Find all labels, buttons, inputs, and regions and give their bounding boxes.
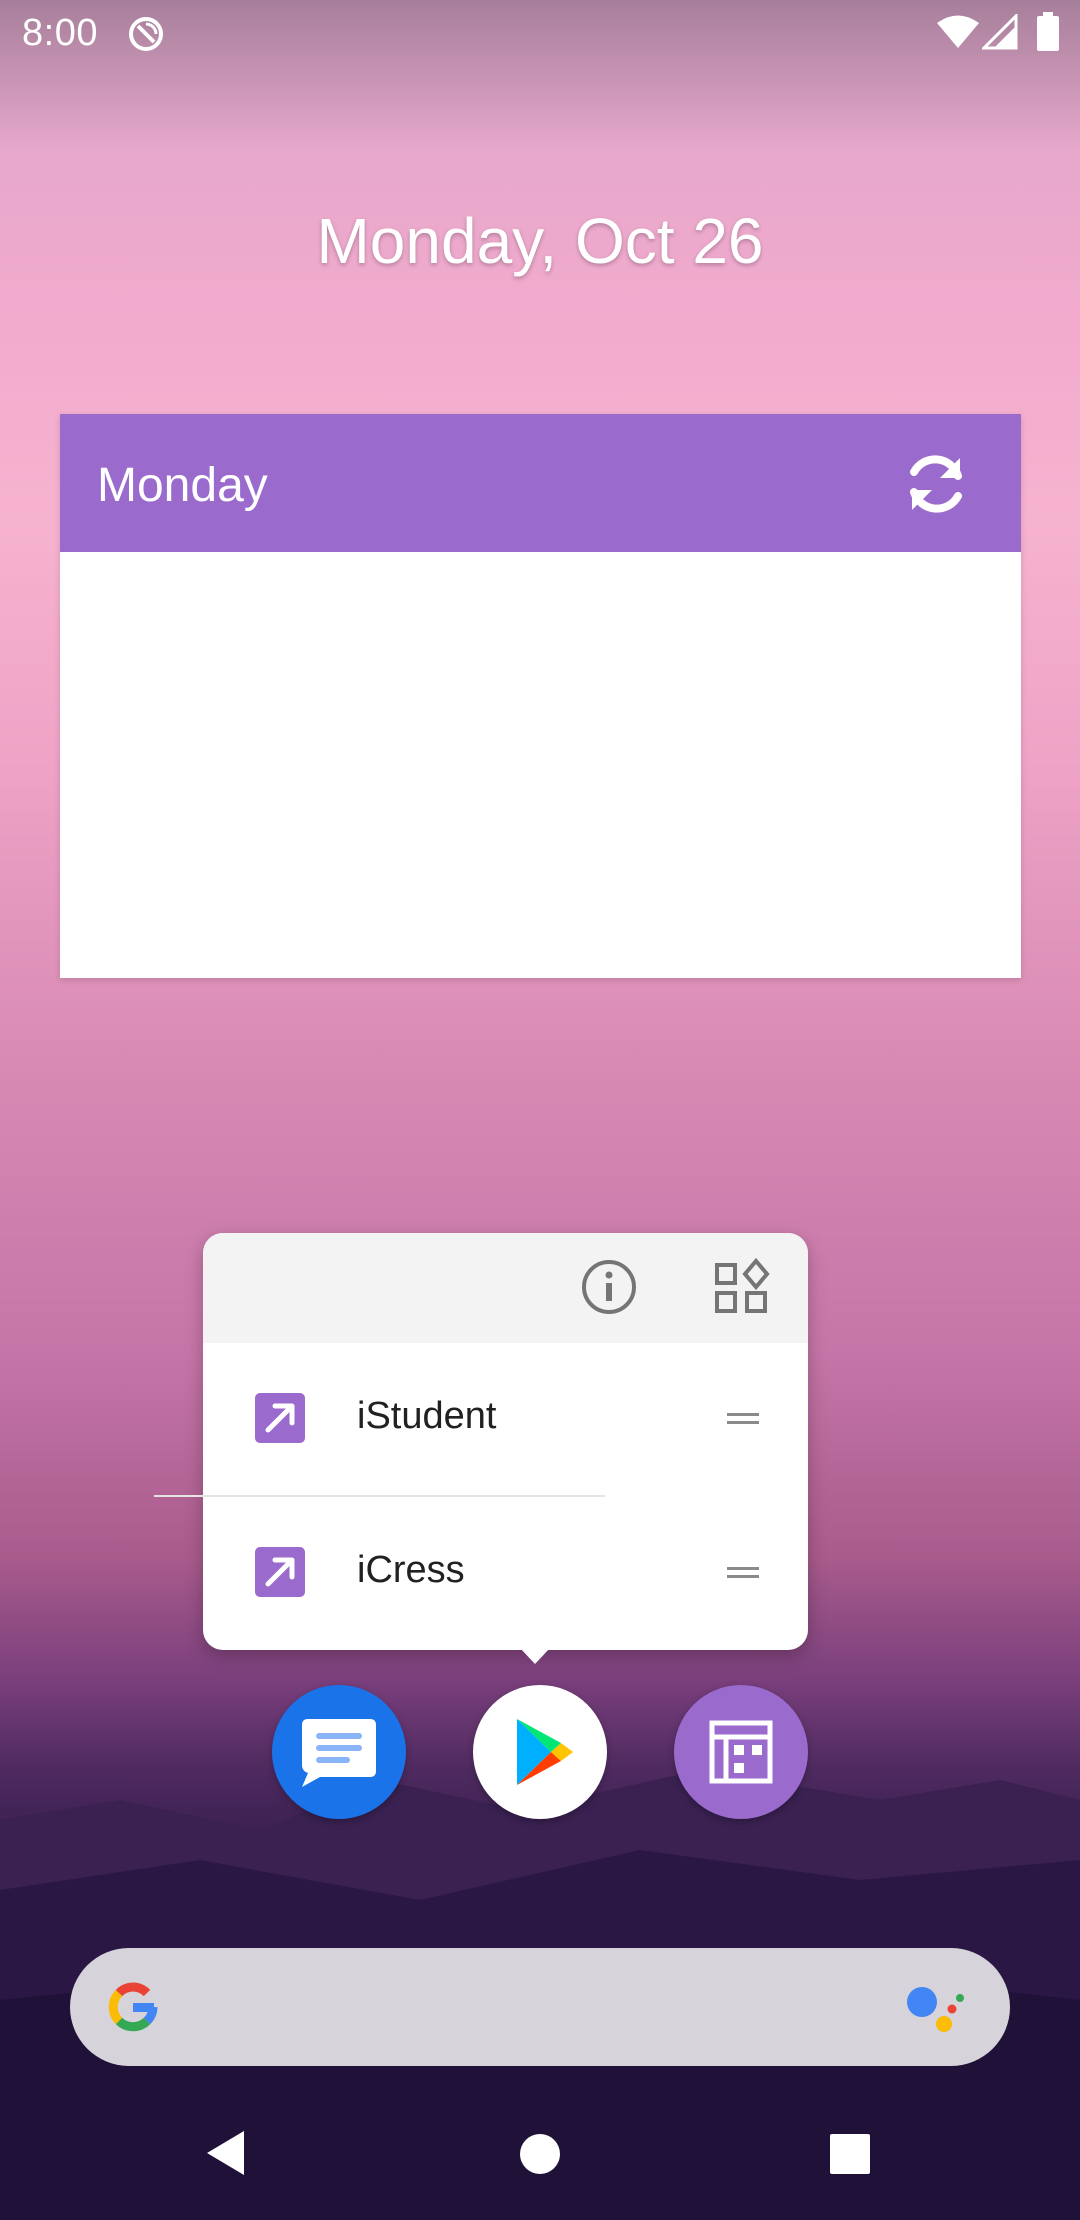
popup-pointer	[520, 1648, 550, 1664]
drag-handle-icon[interactable]	[727, 1413, 759, 1425]
google-g-icon	[108, 1982, 158, 2032]
wifi-icon	[937, 15, 979, 48]
drag-handle-icon[interactable]	[727, 1567, 759, 1579]
timetable-app-icon[interactable]	[674, 1685, 808, 1819]
back-icon[interactable]	[204, 2128, 248, 2178]
refresh-icon[interactable]	[898, 446, 974, 522]
app-shortcut-popup: iStudent iCress	[203, 1233, 808, 1650]
widgets-icon[interactable]	[709, 1255, 773, 1319]
popup-actions-bar	[203, 1233, 808, 1343]
google-assistant-icon[interactable]	[900, 1978, 970, 2038]
widget-title: Monday	[97, 459, 268, 512]
recents-icon[interactable]	[830, 2134, 870, 2174]
shortcut-label: iStudent	[357, 1395, 497, 1437]
shortcut-divider	[154, 1495, 605, 1497]
messages-icon	[302, 1719, 376, 1787]
app-info-icon[interactable]	[577, 1255, 641, 1319]
shortcut-label: iCress	[357, 1549, 465, 1591]
status-time: 8:00	[22, 12, 98, 54]
play-store-app-icon[interactable]	[473, 1685, 607, 1819]
status-bar: 8:00	[0, 0, 1080, 66]
timetable-icon	[709, 1720, 773, 1784]
google-search-bar[interactable]	[70, 1948, 1010, 2066]
date-label[interactable]: Monday, Oct 26	[0, 204, 1080, 278]
battery-icon	[1037, 12, 1059, 51]
home-icon[interactable]	[518, 2132, 562, 2176]
shortcut-arrow-icon	[255, 1393, 305, 1443]
calendar-widget[interactable]: Monday	[60, 414, 1021, 978]
cellular-signal-icon	[982, 14, 1018, 50]
shortcut-arrow-icon	[255, 1547, 305, 1597]
play-store-icon	[517, 1719, 573, 1785]
sync-disabled-icon	[129, 17, 163, 51]
shortcut-item-icress[interactable]: iCress	[203, 1497, 808, 1647]
shortcut-item-istudent[interactable]: iStudent	[203, 1343, 808, 1493]
widget-header: Monday	[60, 414, 1021, 552]
messages-app-icon[interactable]	[272, 1685, 406, 1819]
